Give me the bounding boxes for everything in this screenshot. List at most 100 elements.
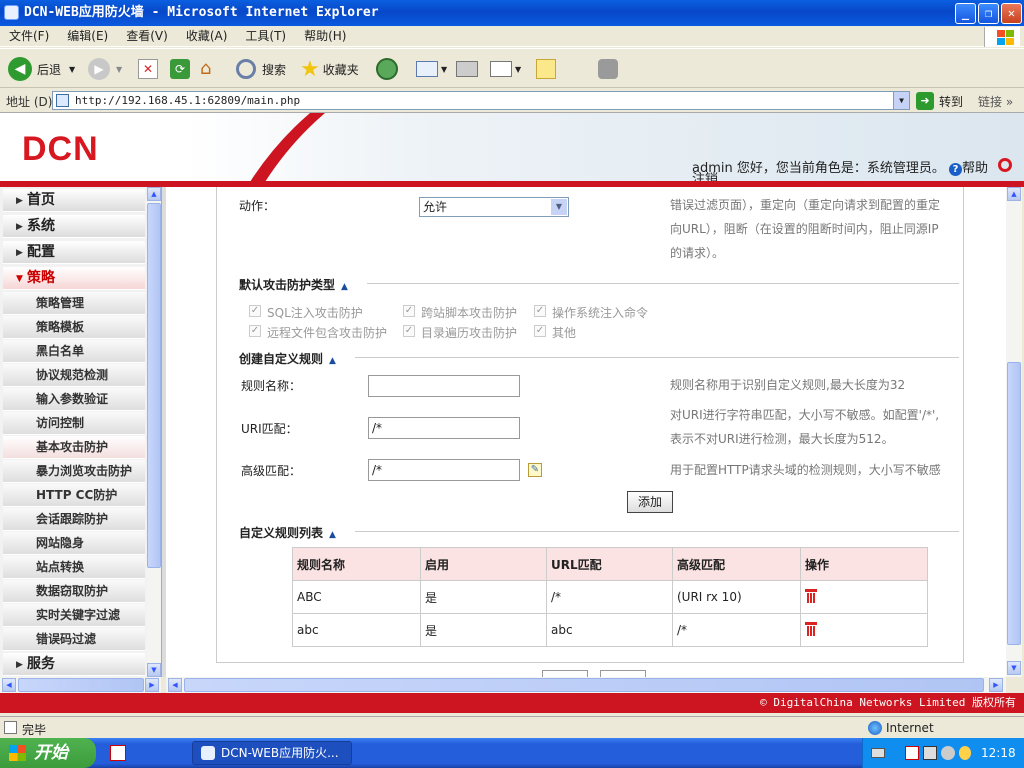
rule-name-input[interactable] xyxy=(368,375,520,397)
windows-logo-icon xyxy=(984,27,1020,47)
nav-sub-data-theft[interactable]: 数据窃取防护 xyxy=(3,580,145,603)
nav-service[interactable]: ▶ 服务 xyxy=(3,653,145,676)
edit-button[interactable]: ▼ xyxy=(490,55,521,83)
nav-hscroll-right[interactable]: ▶ xyxy=(145,678,159,692)
nav-config[interactable]: ▶ 配置 xyxy=(3,241,145,264)
nav-sub-policy-template[interactable]: 策略模板 xyxy=(3,316,145,339)
print-button[interactable] xyxy=(456,55,478,83)
nav-scrollbar[interactable]: ▲ ▼ xyxy=(147,187,161,677)
menu-tools[interactable]: 工具(T) xyxy=(236,26,295,47)
help-link[interactable]: 帮助 xyxy=(962,161,988,176)
discuss-button[interactable] xyxy=(536,55,556,83)
nav-sub-errcode-filter[interactable]: 错误码过滤 xyxy=(3,628,145,651)
back-arrow-icon: ◀ xyxy=(8,57,32,81)
tray-misc-icon[interactable] xyxy=(959,746,971,760)
cell-operation xyxy=(800,580,928,614)
logout-key-icon[interactable] xyxy=(998,158,1013,172)
page-header: DCN admin 您好，您当前角色是：系统管理员。 ? 帮助 注销 xyxy=(0,113,1024,182)
nav-hscroll-thumb[interactable] xyxy=(18,678,144,692)
default-protection-section[interactable]: 默认攻击防护类型 ▲ xyxy=(239,276,348,293)
page-done-icon xyxy=(4,721,17,734)
nav-sub-site-convert[interactable]: 站点转换 xyxy=(3,556,145,579)
volume-icon[interactable] xyxy=(941,746,955,760)
network-icon[interactable] xyxy=(923,746,937,760)
menu-favorites[interactable]: 收藏(A) xyxy=(177,26,237,47)
minimize-button[interactable]: _ xyxy=(955,3,976,24)
main-scrollbar[interactable]: ▲ ▼ xyxy=(1006,187,1022,677)
nav-sub-http-cc[interactable]: HTTP CC防护 xyxy=(3,484,145,507)
nav-sub-protocol-check[interactable]: 协议规范检测 xyxy=(3,364,145,387)
links-button[interactable]: 链接 » xyxy=(978,93,1013,110)
main-hscroll-right[interactable]: ▶ xyxy=(989,678,1003,692)
tray-app-icon[interactable] xyxy=(905,746,919,760)
maximize-button[interactable]: ❐ xyxy=(978,3,999,24)
add-button[interactable]: 添加 xyxy=(627,491,673,513)
col-enabled: 启用 xyxy=(420,547,547,581)
nav-system[interactable]: ▶ 系统 xyxy=(3,215,145,238)
nav-sub-policy-manage[interactable]: 策略管理 xyxy=(3,292,145,315)
main-hscroll-thumb[interactable] xyxy=(184,678,984,692)
nav-sub-keyword-filter[interactable]: 实时关键字过滤 xyxy=(3,604,145,627)
partial-button-left[interactable] xyxy=(542,670,588,677)
search-button[interactable]: 搜索 xyxy=(236,55,286,83)
messenger-button[interactable] xyxy=(598,55,618,83)
nav-sub-session-track[interactable]: 会话跟踪防护 xyxy=(3,508,145,531)
action-label: 动作： xyxy=(239,199,276,213)
main-scroll-up[interactable]: ▲ xyxy=(1007,187,1021,201)
taskbar-window-tab[interactable]: DCN-WEB应用防火... xyxy=(192,741,352,765)
menu-help[interactable]: 帮助(H) xyxy=(295,26,355,47)
main-scroll-down[interactable]: ▼ xyxy=(1007,661,1021,675)
nav-home[interactable]: ▶ 首页 xyxy=(3,189,145,212)
partial-button-right[interactable] xyxy=(600,670,646,677)
nav-sub-param-validate[interactable]: 输入参数验证 xyxy=(3,388,145,411)
nav-sub-site-hide[interactable]: 网站隐身 xyxy=(3,532,145,555)
chk-dir: ✓ xyxy=(403,325,415,337)
menu-file[interactable]: 文件(F) xyxy=(0,26,58,47)
nav-scroll-up[interactable]: ▲ xyxy=(147,187,161,201)
address-input[interactable]: http://192.168.45.1:62809/main.php ▼ xyxy=(52,91,910,110)
favorites-button[interactable]: ★ 收藏夹 xyxy=(300,55,359,83)
status-bar: 完毕 Internet xyxy=(0,716,1024,738)
nav-sub-brute-browse[interactable]: 暴力浏览攻击防护 xyxy=(3,460,145,483)
quicklaunch-icon[interactable] xyxy=(110,745,126,761)
nav-policy[interactable]: ▼ 策略 xyxy=(3,267,145,290)
main-hscrollbar[interactable]: ◀ ▶ xyxy=(166,677,1006,693)
custom-rule-section[interactable]: 创建自定义规则 ▲ xyxy=(239,350,336,367)
main-scroll-thumb[interactable] xyxy=(1007,362,1021,645)
stop-button[interactable]: ✕ xyxy=(138,55,158,83)
uri-input[interactable]: /* xyxy=(368,417,520,439)
cell-enabled: 是 xyxy=(420,613,547,647)
refresh-button[interactable]: ⟳ xyxy=(170,55,190,83)
nav-scroll-down[interactable]: ▼ xyxy=(147,663,161,677)
nav-sub-basic-attack[interactable]: 基本攻击防护 xyxy=(3,436,145,459)
nav-sub-blacklist[interactable]: 黑白名单 xyxy=(3,340,145,363)
nav-hscroll-left[interactable]: ◀ xyxy=(2,678,16,692)
mail-button[interactable]: ▼ xyxy=(416,55,447,83)
go-arrow-icon[interactable]: ➜ xyxy=(916,92,934,110)
close-button[interactable]: ✕ xyxy=(1001,3,1022,24)
keyboard-icon xyxy=(871,748,885,758)
nav-sub-access-control[interactable]: 访问控制 xyxy=(3,412,145,435)
adv-match-input[interactable]: /* xyxy=(368,459,520,481)
left-navigation: ▶ 首页 ▶ 系统 ▶ 配置 ▼ 策略 策略管理 策略模板 黑白名单 协议规范检测 输入… xyxy=(0,187,148,677)
cell-rule-name: abc xyxy=(292,613,421,647)
main-hscroll-left[interactable]: ◀ xyxy=(168,678,182,692)
address-dropdown-icon[interactable]: ▼ xyxy=(893,92,909,109)
go-button[interactable]: 转到 xyxy=(939,93,963,110)
delete-trash-icon[interactable] xyxy=(805,588,817,603)
rule-list-section[interactable]: 自定义规则列表 ▲ xyxy=(239,524,336,541)
delete-trash-icon[interactable] xyxy=(805,621,817,636)
back-button[interactable]: ◀ 后退 ▼ xyxy=(8,55,75,83)
edit-pencil-icon[interactable]: ✎ xyxy=(528,463,542,477)
home-button[interactable]: ⌂ xyxy=(200,55,222,83)
help-icon[interactable]: ? xyxy=(949,163,963,176)
history-button[interactable] xyxy=(376,55,398,83)
start-button[interactable]: 开始 xyxy=(0,738,96,768)
nav-scroll-thumb[interactable] xyxy=(147,203,161,568)
refresh-icon: ⟳ xyxy=(170,59,190,79)
forward-button[interactable]: ▶ ▼ xyxy=(88,55,122,83)
menu-edit[interactable]: 编辑(E) xyxy=(58,26,117,47)
menu-view[interactable]: 查看(V) xyxy=(117,26,177,47)
action-select[interactable]: 允许 ▼ xyxy=(419,197,569,217)
nav-hscrollbar[interactable]: ◀ ▶ xyxy=(0,677,161,693)
